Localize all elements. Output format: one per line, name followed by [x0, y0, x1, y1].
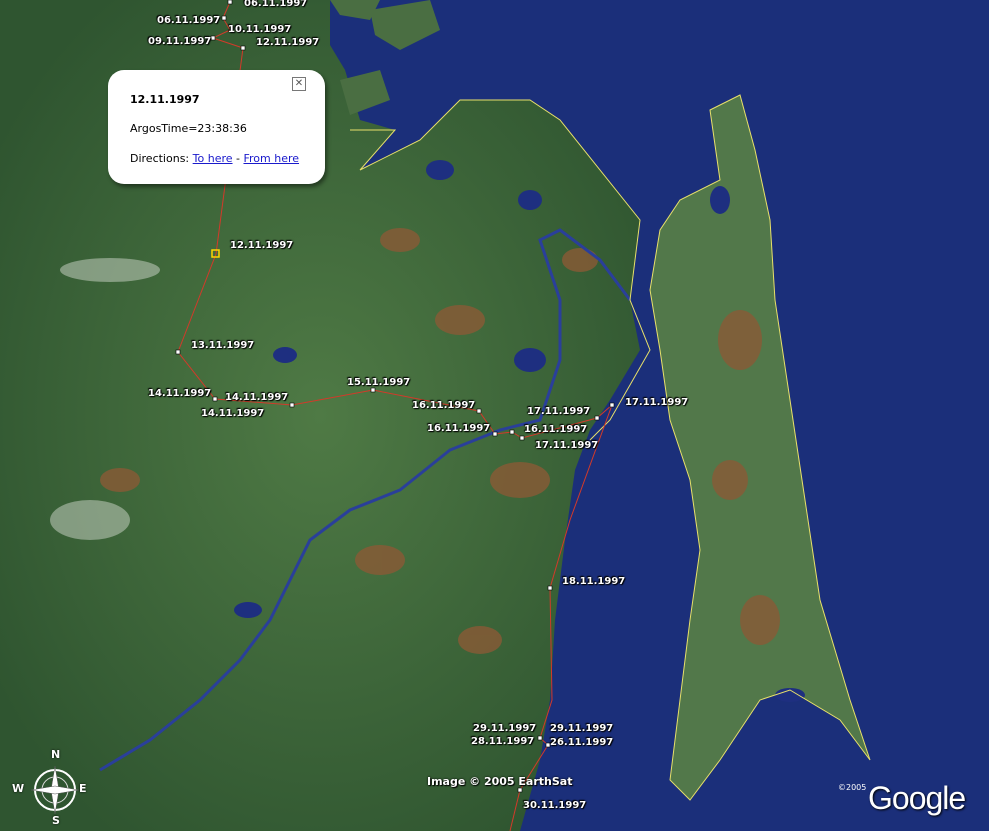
- waypoint-label[interactable]: 12.11.1997: [230, 240, 293, 251]
- popup-argos-time: ArgosTime=23:38:36: [130, 122, 247, 135]
- waypoint-label[interactable]: 09.11.1997: [148, 36, 211, 47]
- compass-north: N: [51, 748, 61, 761]
- waypoint-label[interactable]: 16.11.1997: [524, 424, 587, 435]
- popup-directions: Directions: To here - From here: [130, 152, 299, 165]
- map-viewport[interactable]: 06.11.1997 06.11.1997 10.11.1997 09.11.1…: [0, 0, 989, 831]
- waypoint-label[interactable]: 15.11.1997: [347, 377, 410, 388]
- waypoint-label[interactable]: 17.11.1997: [535, 440, 598, 451]
- google-copyright: ©2005: [838, 783, 867, 792]
- to-here-link[interactable]: To here: [193, 152, 233, 165]
- waypoint-label[interactable]: 29.11.1997: [550, 723, 613, 734]
- popup-title: 12.11.1997: [130, 93, 200, 106]
- info-popup: ✕ 12.11.1997 ArgosTime=23:38:36 Directio…: [108, 70, 325, 184]
- waypoint-label[interactable]: 14.11.1997: [225, 392, 288, 403]
- image-attribution: Image © 2005 EarthSat: [427, 775, 573, 788]
- waypoint-label[interactable]: 28.11.1997: [471, 736, 534, 747]
- compass-east: E: [79, 782, 87, 795]
- compass-west: W: [12, 782, 25, 795]
- compass-icon[interactable]: N S E W: [12, 748, 88, 828]
- waypoint-label[interactable]: 16.11.1997: [427, 423, 490, 434]
- waypoint-label[interactable]: 18.11.1997: [562, 576, 625, 587]
- waypoint-label[interactable]: 17.11.1997: [625, 397, 688, 408]
- close-icon[interactable]: ✕: [292, 77, 306, 91]
- google-logo: Google: [868, 780, 966, 816]
- waypoint-label[interactable]: 16.11.1997: [412, 400, 475, 411]
- compass-south: S: [52, 814, 60, 827]
- directions-separator: -: [232, 152, 244, 165]
- waypoint-label[interactable]: 13.11.1997: [191, 340, 254, 351]
- waypoint-label[interactable]: 14.11.1997: [148, 388, 211, 399]
- waypoint-label[interactable]: 17.11.1997: [527, 406, 590, 417]
- waypoint-label[interactable]: 30.11.1997: [523, 800, 586, 811]
- directions-prefix: Directions:: [130, 152, 193, 165]
- waypoint-label[interactable]: 10.11.1997: [228, 24, 291, 35]
- waypoint-label[interactable]: 29.11.1997: [473, 723, 536, 734]
- waypoint-label[interactable]: 06.11.1997: [157, 15, 220, 26]
- from-here-link[interactable]: From here: [243, 152, 299, 165]
- waypoint-label[interactable]: 26.11.1997: [550, 737, 613, 748]
- waypoint-label[interactable]: 14.11.1997: [201, 408, 264, 419]
- waypoint-label[interactable]: 06.11.1997: [244, 0, 307, 9]
- waypoint-label[interactable]: 12.11.1997: [256, 37, 319, 48]
